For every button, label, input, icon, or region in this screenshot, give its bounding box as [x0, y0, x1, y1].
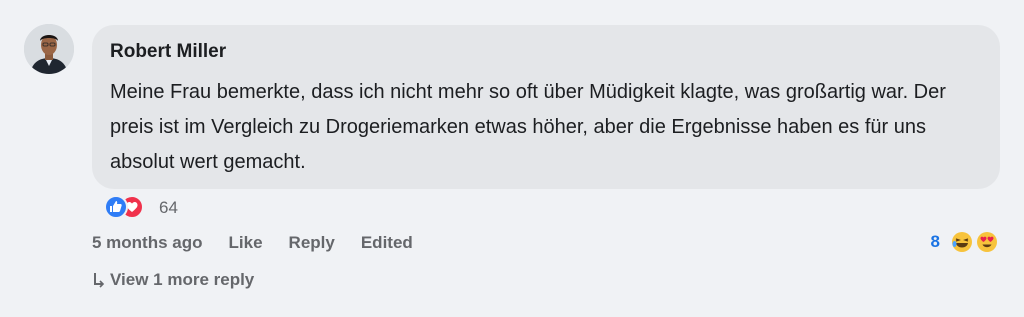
like-icon: [104, 195, 128, 219]
comment-actions: 5 months ago Like Reply Edited: [92, 233, 439, 253]
reply-arrow-icon: [94, 273, 105, 288]
reply-button[interactable]: Reply: [289, 233, 335, 253]
heart-eyes-emoji-icon: [977, 232, 997, 252]
view-more-replies-label: View 1 more reply: [110, 270, 255, 289]
comment-text: Meine Frau bemerkte, dass ich nicht mehr…: [110, 81, 946, 173]
laughing-emoji-icon: [952, 232, 972, 252]
edited-label[interactable]: Edited: [361, 233, 413, 253]
like-button[interactable]: Like: [229, 233, 263, 253]
comment-author[interactable]: Robert Miller: [110, 41, 226, 63]
view-more-replies-link[interactable]: View 1 more reply: [92, 270, 254, 290]
timestamp-link[interactable]: 5 months ago: [92, 233, 203, 253]
reply-reactions[interactable]: 8: [931, 231, 998, 253]
reply-reaction-count: 8: [930, 232, 940, 251]
comment-bubble: Robert Miller Meine Frau bemerkte, dass …: [92, 25, 1000, 189]
avatar[interactable]: [24, 24, 74, 74]
user-photo: [24, 24, 74, 74]
reaction-count: 64: [159, 198, 178, 217]
